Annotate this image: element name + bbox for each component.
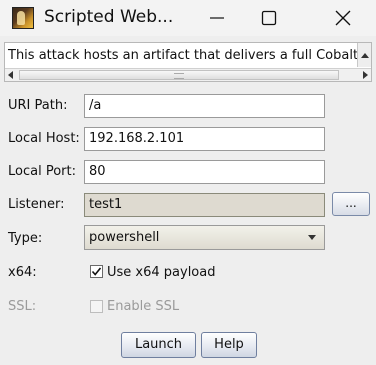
horizontal-scrollbar[interactable] <box>5 68 371 81</box>
minimize-button[interactable] <box>194 0 240 36</box>
scroll-up-arrow[interactable] <box>357 43 371 67</box>
close-button[interactable] <box>320 0 366 36</box>
checkmark-icon <box>91 267 102 276</box>
scroll-right-arrow[interactable] <box>363 71 368 79</box>
grip-icon <box>174 73 184 79</box>
listener-field: test1 <box>84 193 325 217</box>
uri-path-input[interactable]: /a <box>84 94 325 118</box>
x64-checkbox-label[interactable]: Use x64 payload <box>107 265 215 280</box>
window-title: Scripted Web... <box>44 7 174 27</box>
uri-path-label: URI Path: <box>8 98 68 113</box>
local-port-label: Local Port: <box>8 164 76 179</box>
scrollbar-thumb[interactable] <box>19 70 339 80</box>
description-area[interactable]: This attack hosts an artifact that deliv… <box>4 42 372 82</box>
chevron-down-icon[interactable] <box>300 226 324 249</box>
choose-listener-button[interactable]: ... <box>332 192 370 216</box>
local-host-input[interactable]: 192.168.2.101 <box>84 127 325 151</box>
type-select[interactable]: powershell <box>84 225 325 250</box>
ssl-label: SSL: <box>8 299 37 314</box>
maximize-icon <box>261 10 277 26</box>
x64-label: x64: <box>8 265 37 280</box>
description-text: This attack hosts an artifact that deliv… <box>8 48 372 63</box>
title-bar: Scripted Web... <box>0 0 376 36</box>
type-label: Type: <box>8 231 43 246</box>
listener-label: Listener: <box>8 197 65 212</box>
maximize-button[interactable] <box>246 0 292 36</box>
close-icon <box>335 10 351 26</box>
scroll-left-arrow[interactable] <box>8 71 13 79</box>
app-icon <box>12 7 34 29</box>
local-port-input[interactable]: 80 <box>84 160 325 184</box>
local-host-label: Local Host: <box>8 131 80 146</box>
launch-button[interactable]: Launch <box>121 332 196 358</box>
type-selected-value: powershell <box>89 230 160 245</box>
x64-checkbox[interactable] <box>90 265 103 278</box>
ssl-checkbox <box>90 300 103 313</box>
help-button[interactable]: Help <box>201 332 257 358</box>
minimize-icon <box>210 17 224 19</box>
ssl-checkbox-label: Enable SSL <box>107 299 180 314</box>
